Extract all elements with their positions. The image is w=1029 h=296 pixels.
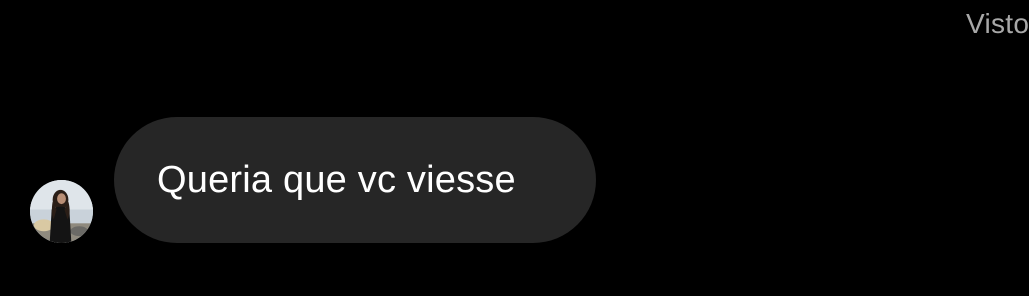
contact-avatar[interactable]	[30, 180, 93, 243]
message-row: Queria que vc viesse	[0, 0, 1029, 296]
message-text: Queria que vc viesse	[157, 158, 516, 201]
message-bubble[interactable]: Queria que vc viesse	[114, 117, 596, 243]
contact-photo	[30, 180, 93, 243]
